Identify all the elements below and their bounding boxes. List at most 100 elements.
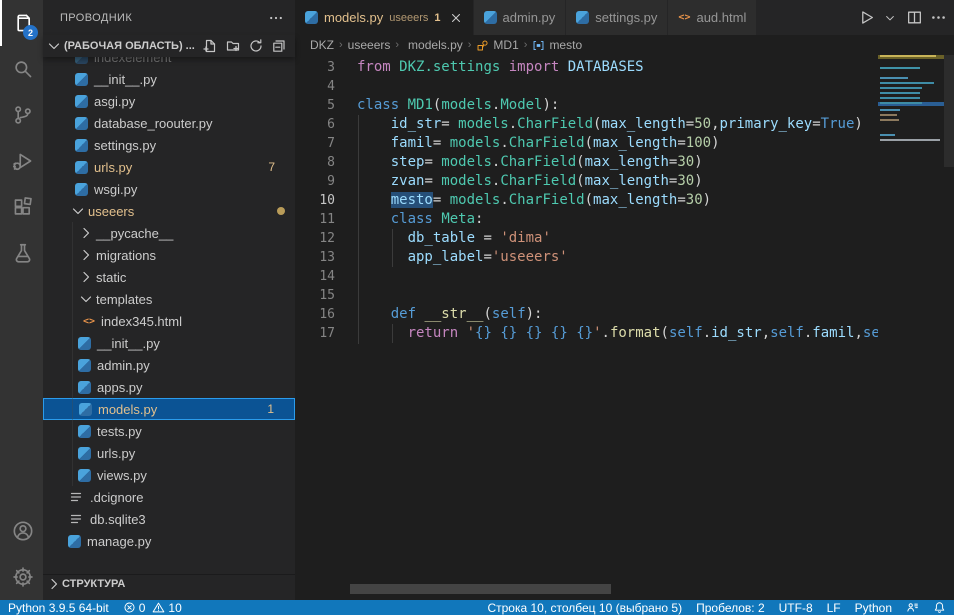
line-number: 5 bbox=[295, 96, 335, 115]
tree-folder-useeers[interactable]: useeers bbox=[43, 200, 295, 222]
more-actions-button[interactable] bbox=[928, 8, 948, 28]
status-python-interpreter[interactable]: Python 3.9.5 64-bit bbox=[8, 601, 109, 615]
tab-bar: models.pyuseeers1admin.pysettings.py<>au… bbox=[295, 0, 954, 35]
tab-settings-py[interactable]: settings.py bbox=[566, 0, 668, 35]
testing-icon bbox=[12, 242, 34, 264]
chevron-right-icon bbox=[46, 576, 62, 592]
tree-file-database-roouter-py[interactable]: database_roouter.py bbox=[43, 112, 295, 134]
code-line: 9 zvan= models.CharField(max_length=30) bbox=[295, 172, 878, 191]
chevron-down-icon bbox=[70, 203, 86, 219]
minimap-line bbox=[878, 124, 944, 126]
tree-file-urls-py[interactable]: urls.py7 bbox=[43, 156, 295, 178]
minimap[interactable] bbox=[878, 55, 944, 185]
activity-run-debug[interactable] bbox=[0, 138, 43, 184]
collapse-all-icon bbox=[271, 38, 287, 54]
outline-section-header[interactable]: СТРУКТУРА bbox=[43, 574, 295, 592]
selected-text: mesto bbox=[391, 192, 433, 208]
tab-models-py[interactable]: models.pyuseeers1 bbox=[295, 0, 474, 35]
tree-file--dcignore[interactable]: .dcignore bbox=[43, 486, 295, 508]
tree-folder-migrations[interactable]: migrations bbox=[43, 244, 295, 266]
tree-file-wsgi-py[interactable]: wsgi.py bbox=[43, 178, 295, 200]
explorer-more-actions-button[interactable] bbox=[266, 8, 286, 28]
status-label: Python bbox=[855, 601, 892, 615]
status-feedback[interactable] bbox=[906, 601, 919, 614]
activity-extensions[interactable] bbox=[0, 184, 43, 230]
line-number: 13 bbox=[295, 248, 335, 267]
status-encoding[interactable]: UTF-8 bbox=[779, 601, 813, 615]
tree-file-urls-py[interactable]: urls.py bbox=[43, 442, 295, 464]
run-dropdown-button[interactable] bbox=[880, 8, 900, 28]
tree-folder-templates[interactable]: templates bbox=[43, 288, 295, 310]
code-editor[interactable]: 3from DKZ.settings import DATABASES45cla… bbox=[295, 55, 954, 600]
code-line: 14 bbox=[295, 267, 878, 286]
status-eol[interactable]: LF bbox=[827, 601, 841, 615]
tree-file-manage-py[interactable]: manage.py bbox=[43, 530, 295, 552]
breadcrumb-separator: › bbox=[395, 39, 399, 51]
tree-folder--pycache-[interactable]: __pycache__ bbox=[43, 222, 295, 244]
code-line: 8 step= models.CharField(max_length=30) bbox=[295, 153, 878, 172]
minimap-line bbox=[878, 92, 944, 94]
split-editor-button[interactable] bbox=[904, 8, 924, 28]
indent-guide bbox=[392, 229, 393, 267]
tree-file--init-py[interactable]: __init__.py bbox=[43, 68, 295, 90]
tree-file-views-py[interactable]: views.py bbox=[43, 464, 295, 486]
close-tab-button[interactable] bbox=[449, 11, 463, 25]
split-editor-icon bbox=[906, 9, 923, 26]
collapse-all-button[interactable] bbox=[269, 36, 289, 56]
tree-file-tests-py[interactable]: tests.py bbox=[43, 420, 295, 442]
new-file-button[interactable] bbox=[200, 36, 220, 56]
breadcrumb-label: mesto bbox=[549, 38, 582, 52]
activity-source-control[interactable] bbox=[0, 92, 43, 138]
status-language-mode[interactable]: Python bbox=[855, 601, 892, 615]
run-button[interactable] bbox=[856, 8, 876, 28]
tree-file-index345-html[interactable]: <>index345.html bbox=[43, 310, 295, 332]
new-folder-icon bbox=[225, 38, 241, 54]
workspace-section-header[interactable]: (РАБОЧАЯ ОБЛАСТЬ) ... bbox=[43, 35, 295, 57]
status-notifications[interactable] bbox=[933, 601, 946, 614]
breadcrumb-useeers[interactable]: useeers bbox=[348, 38, 391, 52]
status-problems[interactable]: 0 10 bbox=[123, 601, 182, 615]
tree-file-db-sqlite3[interactable]: db.sqlite3 bbox=[43, 508, 295, 530]
activity-search[interactable] bbox=[0, 46, 43, 92]
activity-testing[interactable] bbox=[0, 230, 43, 276]
tree-file-apps-py[interactable]: apps.py bbox=[43, 376, 295, 398]
tab-admin-py[interactable]: admin.py bbox=[474, 0, 567, 35]
chevron-down-icon bbox=[46, 38, 62, 54]
warning-count: 10 bbox=[168, 601, 181, 615]
refresh-button[interactable] bbox=[246, 36, 266, 56]
class-icon bbox=[476, 39, 489, 52]
tree-indent-guide bbox=[72, 222, 73, 486]
line-number: 16 bbox=[295, 305, 335, 324]
horizontal-scrollbar[interactable] bbox=[350, 584, 611, 594]
status-cursor-position[interactable]: Строка 10, столбец 10 (выбрано 5) bbox=[487, 601, 682, 615]
tree-file-asgi-py[interactable]: asgi.py bbox=[43, 90, 295, 112]
tree-file--init-py[interactable]: __init__.py bbox=[43, 332, 295, 354]
tree-file-settings-py[interactable]: settings.py bbox=[43, 134, 295, 156]
status-indentation[interactable]: Пробелов: 2 bbox=[696, 601, 765, 615]
minimap-line bbox=[878, 129, 944, 131]
tree-file-indexelement[interactable]: indexelement bbox=[43, 57, 295, 68]
tree-item-label: __init__.py bbox=[94, 72, 157, 87]
activity-explorer[interactable]: 2 bbox=[0, 0, 43, 46]
error-count: 0 bbox=[139, 601, 146, 615]
explorer-sidebar: ПРОВОДНИК (РАБОЧАЯ ОБЛАСТЬ) ... indexele… bbox=[43, 0, 295, 600]
workspace-label: (РАБОЧАЯ ОБЛАСТЬ) ... bbox=[64, 40, 200, 52]
breadcrumb-dkz[interactable]: DKZ bbox=[310, 38, 334, 52]
breadcrumb-mesto[interactable]: mesto bbox=[532, 38, 582, 52]
activity-settings[interactable] bbox=[0, 554, 43, 600]
code-line: 11 class Meta: bbox=[295, 210, 878, 229]
code-line: 4 bbox=[295, 77, 878, 96]
new-folder-button[interactable] bbox=[223, 36, 243, 56]
tree-file-admin-py[interactable]: admin.py bbox=[43, 354, 295, 376]
tree-folder-static[interactable]: static bbox=[43, 266, 295, 288]
breadcrumb-models-py[interactable]: models.py bbox=[404, 38, 463, 52]
tab-aud-html[interactable]: <>aud.html bbox=[668, 0, 757, 35]
python-icon bbox=[78, 359, 91, 372]
indent-guide bbox=[392, 324, 393, 343]
breadcrumb-md1[interactable]: MD1 bbox=[476, 38, 518, 52]
tree-item-label: __pycache__ bbox=[96, 226, 173, 241]
tree-item-label: urls.py bbox=[97, 446, 135, 461]
activity-account[interactable] bbox=[0, 508, 43, 554]
tree-file-models-py[interactable]: models.py1 bbox=[43, 398, 295, 420]
breadcrumb-label: models.py bbox=[408, 38, 463, 52]
